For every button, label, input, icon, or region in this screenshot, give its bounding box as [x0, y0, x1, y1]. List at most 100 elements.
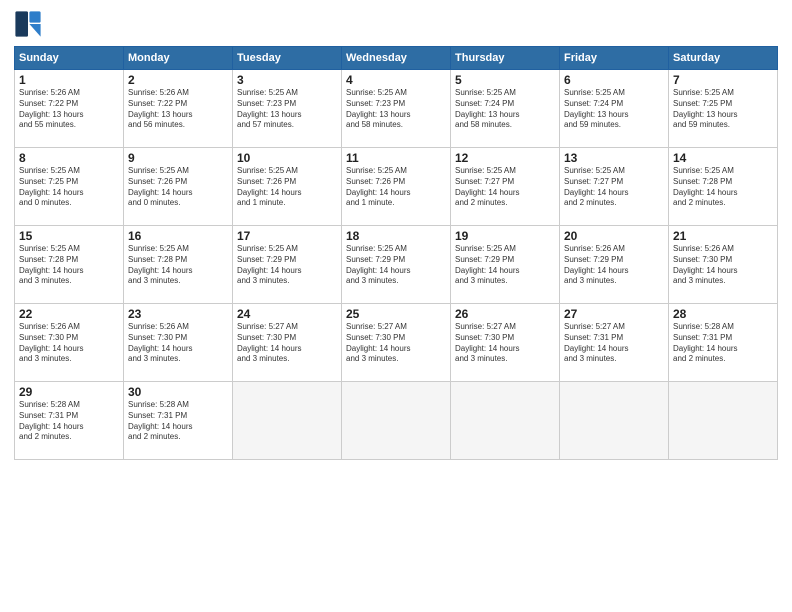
day-number: 30	[128, 385, 228, 399]
day-cell: 5Sunrise: 5:25 AM Sunset: 7:24 PM Daylig…	[451, 70, 560, 148]
week-row-5: 29Sunrise: 5:28 AM Sunset: 7:31 PM Dayli…	[15, 382, 778, 460]
header-sunday: Sunday	[15, 47, 124, 70]
day-info: Sunrise: 5:27 AM Sunset: 7:30 PM Dayligh…	[455, 322, 555, 365]
day-info: Sunrise: 5:28 AM Sunset: 7:31 PM Dayligh…	[128, 400, 228, 443]
day-cell: 15Sunrise: 5:25 AM Sunset: 7:28 PM Dayli…	[15, 226, 124, 304]
day-number: 25	[346, 307, 446, 321]
day-cell: 27Sunrise: 5:27 AM Sunset: 7:31 PM Dayli…	[560, 304, 669, 382]
day-number: 14	[673, 151, 773, 165]
day-cell: 2Sunrise: 5:26 AM Sunset: 7:22 PM Daylig…	[124, 70, 233, 148]
day-number: 7	[673, 73, 773, 87]
day-cell	[560, 382, 669, 460]
week-row-2: 8Sunrise: 5:25 AM Sunset: 7:25 PM Daylig…	[15, 148, 778, 226]
day-number: 27	[564, 307, 664, 321]
day-cell: 26Sunrise: 5:27 AM Sunset: 7:30 PM Dayli…	[451, 304, 560, 382]
day-number: 11	[346, 151, 446, 165]
day-cell: 14Sunrise: 5:25 AM Sunset: 7:28 PM Dayli…	[669, 148, 778, 226]
day-cell: 3Sunrise: 5:25 AM Sunset: 7:23 PM Daylig…	[233, 70, 342, 148]
day-cell	[233, 382, 342, 460]
day-number: 1	[19, 73, 119, 87]
day-info: Sunrise: 5:26 AM Sunset: 7:30 PM Dayligh…	[128, 322, 228, 365]
week-row-1: 1Sunrise: 5:26 AM Sunset: 7:22 PM Daylig…	[15, 70, 778, 148]
day-cell: 12Sunrise: 5:25 AM Sunset: 7:27 PM Dayli…	[451, 148, 560, 226]
day-info: Sunrise: 5:25 AM Sunset: 7:28 PM Dayligh…	[128, 244, 228, 287]
day-info: Sunrise: 5:26 AM Sunset: 7:22 PM Dayligh…	[19, 88, 119, 131]
day-cell: 6Sunrise: 5:25 AM Sunset: 7:24 PM Daylig…	[560, 70, 669, 148]
week-row-4: 22Sunrise: 5:26 AM Sunset: 7:30 PM Dayli…	[15, 304, 778, 382]
week-row-3: 15Sunrise: 5:25 AM Sunset: 7:28 PM Dayli…	[15, 226, 778, 304]
day-info: Sunrise: 5:27 AM Sunset: 7:31 PM Dayligh…	[564, 322, 664, 365]
day-info: Sunrise: 5:27 AM Sunset: 7:30 PM Dayligh…	[237, 322, 337, 365]
header-wednesday: Wednesday	[342, 47, 451, 70]
day-info: Sunrise: 5:25 AM Sunset: 7:24 PM Dayligh…	[564, 88, 664, 131]
day-number: 3	[237, 73, 337, 87]
day-cell: 24Sunrise: 5:27 AM Sunset: 7:30 PM Dayli…	[233, 304, 342, 382]
header-friday: Friday	[560, 47, 669, 70]
day-cell: 1Sunrise: 5:26 AM Sunset: 7:22 PM Daylig…	[15, 70, 124, 148]
day-cell: 16Sunrise: 5:25 AM Sunset: 7:28 PM Dayli…	[124, 226, 233, 304]
day-number: 22	[19, 307, 119, 321]
day-cell: 4Sunrise: 5:25 AM Sunset: 7:23 PM Daylig…	[342, 70, 451, 148]
header-thursday: Thursday	[451, 47, 560, 70]
day-number: 24	[237, 307, 337, 321]
day-info: Sunrise: 5:25 AM Sunset: 7:27 PM Dayligh…	[455, 166, 555, 209]
day-info: Sunrise: 5:25 AM Sunset: 7:25 PM Dayligh…	[673, 88, 773, 131]
day-cell: 21Sunrise: 5:26 AM Sunset: 7:30 PM Dayli…	[669, 226, 778, 304]
day-number: 23	[128, 307, 228, 321]
day-info: Sunrise: 5:25 AM Sunset: 7:26 PM Dayligh…	[346, 166, 446, 209]
day-cell: 11Sunrise: 5:25 AM Sunset: 7:26 PM Dayli…	[342, 148, 451, 226]
day-number: 2	[128, 73, 228, 87]
day-info: Sunrise: 5:26 AM Sunset: 7:30 PM Dayligh…	[19, 322, 119, 365]
day-info: Sunrise: 5:25 AM Sunset: 7:27 PM Dayligh…	[564, 166, 664, 209]
day-number: 21	[673, 229, 773, 243]
header	[14, 10, 778, 38]
day-info: Sunrise: 5:25 AM Sunset: 7:29 PM Dayligh…	[455, 244, 555, 287]
day-cell: 23Sunrise: 5:26 AM Sunset: 7:30 PM Dayli…	[124, 304, 233, 382]
day-number: 20	[564, 229, 664, 243]
day-cell	[669, 382, 778, 460]
day-number: 19	[455, 229, 555, 243]
day-cell: 7Sunrise: 5:25 AM Sunset: 7:25 PM Daylig…	[669, 70, 778, 148]
day-cell: 17Sunrise: 5:25 AM Sunset: 7:29 PM Dayli…	[233, 226, 342, 304]
day-info: Sunrise: 5:25 AM Sunset: 7:26 PM Dayligh…	[237, 166, 337, 209]
day-number: 9	[128, 151, 228, 165]
day-info: Sunrise: 5:26 AM Sunset: 7:29 PM Dayligh…	[564, 244, 664, 287]
day-info: Sunrise: 5:28 AM Sunset: 7:31 PM Dayligh…	[673, 322, 773, 365]
calendar-table: SundayMondayTuesdayWednesdayThursdayFrid…	[14, 46, 778, 460]
day-cell: 30Sunrise: 5:28 AM Sunset: 7:31 PM Dayli…	[124, 382, 233, 460]
day-cell: 8Sunrise: 5:25 AM Sunset: 7:25 PM Daylig…	[15, 148, 124, 226]
header-tuesday: Tuesday	[233, 47, 342, 70]
day-info: Sunrise: 5:25 AM Sunset: 7:28 PM Dayligh…	[673, 166, 773, 209]
day-number: 26	[455, 307, 555, 321]
day-number: 8	[19, 151, 119, 165]
day-info: Sunrise: 5:25 AM Sunset: 7:29 PM Dayligh…	[237, 244, 337, 287]
day-info: Sunrise: 5:25 AM Sunset: 7:25 PM Dayligh…	[19, 166, 119, 209]
calendar-header-row: SundayMondayTuesdayWednesdayThursdayFrid…	[15, 47, 778, 70]
day-number: 6	[564, 73, 664, 87]
day-cell	[342, 382, 451, 460]
day-cell: 9Sunrise: 5:25 AM Sunset: 7:26 PM Daylig…	[124, 148, 233, 226]
day-cell: 20Sunrise: 5:26 AM Sunset: 7:29 PM Dayli…	[560, 226, 669, 304]
header-saturday: Saturday	[669, 47, 778, 70]
day-cell: 25Sunrise: 5:27 AM Sunset: 7:30 PM Dayli…	[342, 304, 451, 382]
day-number: 15	[19, 229, 119, 243]
day-info: Sunrise: 5:27 AM Sunset: 7:30 PM Dayligh…	[346, 322, 446, 365]
day-cell	[451, 382, 560, 460]
day-info: Sunrise: 5:28 AM Sunset: 7:31 PM Dayligh…	[19, 400, 119, 443]
day-info: Sunrise: 5:25 AM Sunset: 7:23 PM Dayligh…	[346, 88, 446, 131]
day-number: 10	[237, 151, 337, 165]
day-info: Sunrise: 5:25 AM Sunset: 7:24 PM Dayligh…	[455, 88, 555, 131]
day-number: 28	[673, 307, 773, 321]
day-cell: 28Sunrise: 5:28 AM Sunset: 7:31 PM Dayli…	[669, 304, 778, 382]
day-cell: 18Sunrise: 5:25 AM Sunset: 7:29 PM Dayli…	[342, 226, 451, 304]
day-number: 4	[346, 73, 446, 87]
day-info: Sunrise: 5:26 AM Sunset: 7:30 PM Dayligh…	[673, 244, 773, 287]
logo-icon	[14, 10, 42, 38]
day-cell: 22Sunrise: 5:26 AM Sunset: 7:30 PM Dayli…	[15, 304, 124, 382]
header-monday: Monday	[124, 47, 233, 70]
day-number: 13	[564, 151, 664, 165]
day-info: Sunrise: 5:25 AM Sunset: 7:26 PM Dayligh…	[128, 166, 228, 209]
page: SundayMondayTuesdayWednesdayThursdayFrid…	[0, 0, 792, 612]
day-info: Sunrise: 5:25 AM Sunset: 7:28 PM Dayligh…	[19, 244, 119, 287]
day-number: 5	[455, 73, 555, 87]
